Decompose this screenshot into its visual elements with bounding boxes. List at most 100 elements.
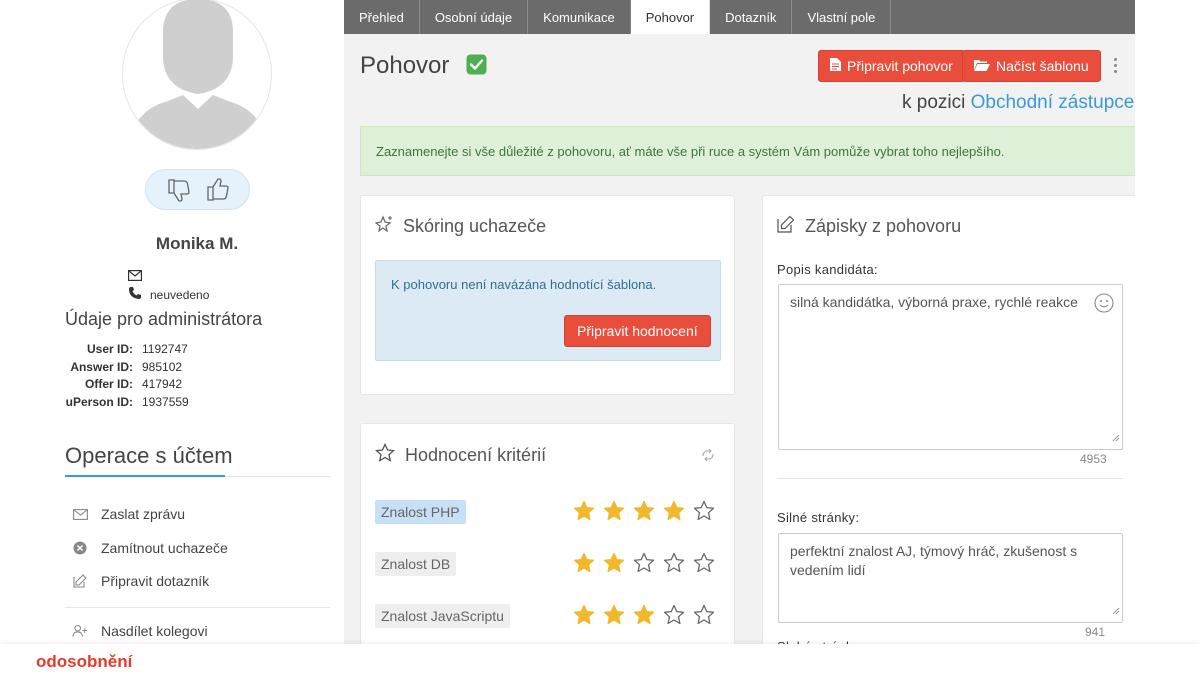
strengths-textarea[interactable]: perfektní znalost AJ, týmový hráč, zkuše… xyxy=(778,533,1123,623)
envelope-icon[interactable] xyxy=(128,268,143,286)
more-options-icon[interactable] xyxy=(1114,58,1117,73)
anonymization-footer: odosobnění xyxy=(0,644,1200,679)
resize-handle-icon[interactable] xyxy=(1112,601,1120,620)
star-empty-icon[interactable] xyxy=(693,500,715,522)
id-value: 417942 xyxy=(142,377,183,391)
star-filled-icon[interactable] xyxy=(573,500,595,522)
criteria-card: Hodnocení kritérií Znalost PHP Znalost D… xyxy=(360,423,735,663)
tab-questionnaire[interactable]: Dotazník xyxy=(710,0,793,34)
prepare-interview-button[interactable]: Připravit pohovor xyxy=(818,50,965,82)
criterion-row: Znalost PHP xyxy=(375,500,715,526)
id-label: User ID: xyxy=(86,342,133,356)
avatar xyxy=(122,0,272,150)
tab-overview[interactable]: Přehled xyxy=(344,0,420,34)
id-value: 1192747 xyxy=(142,342,188,356)
resize-handle-icon[interactable] xyxy=(1112,428,1120,447)
prepare-scoring-button[interactable]: Připravit hodnocení xyxy=(564,315,711,347)
thumbs-up-icon[interactable] xyxy=(203,176,231,204)
criterion-label: Znalost JavaScriptu xyxy=(375,604,510,628)
card-title-text: Zápisky z pohovoru xyxy=(805,216,962,236)
button-label: Připravit pohovor xyxy=(847,58,953,74)
account-operations-heading: Operace s účtem xyxy=(65,443,233,468)
reject-icon xyxy=(72,541,88,555)
star-filled-icon[interactable] xyxy=(573,604,595,626)
textarea-value: perfektní znalost AJ, týmový hráč, zkuše… xyxy=(790,543,1078,578)
phone-value: neuvedeno xyxy=(150,287,210,302)
notice-text: K pohovoru není navázána hodnotící šablo… xyxy=(391,277,657,292)
id-label: Offer ID: xyxy=(85,377,133,391)
admin-data-heading: Údaje pro administrátora xyxy=(65,309,263,329)
star-filled-icon[interactable] xyxy=(633,500,655,522)
star-filled-icon[interactable] xyxy=(663,500,685,522)
op-label: Nasdílet kolegovi xyxy=(101,623,208,639)
star-outline-icon xyxy=(374,442,396,468)
op-label: Zaslat zprávu xyxy=(101,506,186,522)
id-value: 1937559 xyxy=(142,395,189,409)
user-id-row: User ID: 1192747 xyxy=(0,342,400,356)
tab-custom-fields[interactable]: Vlastní pole xyxy=(792,0,892,34)
notes-card-title: Zápisky z pohovoru xyxy=(777,215,961,238)
criteria-card-title: Hodnocení kritérií xyxy=(374,442,546,468)
position-link[interactable]: Obchodní zástupce xyxy=(971,92,1135,113)
star-filled-icon[interactable] xyxy=(633,604,655,626)
no-template-notice: K pohovoru není navázána hodnotící šablo… xyxy=(375,260,721,361)
scoring-card-title: Skóring uchazeče xyxy=(374,215,547,238)
scoring-card: Skóring uchazeče K pohovoru není navázán… xyxy=(360,195,735,395)
star-rating xyxy=(573,604,715,626)
document-icon xyxy=(830,58,841,74)
candidate-description-textarea[interactable]: silná kandidátka, výborná praxe, rychlé … xyxy=(778,284,1123,450)
char-counter: 4953 xyxy=(1080,452,1107,466)
position-line: k pozici Obchodní zástupce xyxy=(902,92,1134,114)
tab-bar: Přehled Osobní údaje Komunikace Pohovor … xyxy=(344,0,1135,34)
tab-interview[interactable]: Pohovor xyxy=(630,0,711,34)
refresh-icon[interactable] xyxy=(701,448,715,467)
reject-candidate-link[interactable]: Zamítnout uchazeče xyxy=(72,540,228,556)
page-margin xyxy=(1135,0,1200,679)
position-prefix: k pozici xyxy=(902,92,966,113)
star-empty-icon[interactable] xyxy=(663,604,685,626)
offer-id-row: Offer ID: 417942 xyxy=(0,377,400,391)
anonymization-label: odosobnění xyxy=(36,652,133,671)
edit-icon xyxy=(777,215,795,238)
op-label: Zamítnout uchazeče xyxy=(101,540,228,556)
criterion-row: Znalost DB xyxy=(375,552,715,578)
star-filled-icon[interactable] xyxy=(573,552,595,574)
button-label: Načíst šablonu xyxy=(996,58,1089,74)
heading-underline xyxy=(65,475,225,477)
tab-communication[interactable]: Komunikace xyxy=(528,0,631,34)
add-user-icon xyxy=(72,624,88,638)
star-filled-icon[interactable] xyxy=(603,604,625,626)
send-message-link[interactable]: Zaslat zprávu xyxy=(72,506,185,522)
page-title: Pohovor xyxy=(360,52,450,79)
card-title-text: Skóring uchazeče xyxy=(403,216,547,236)
char-counter: 941 xyxy=(1085,625,1106,639)
star-filled-icon[interactable] xyxy=(603,552,625,574)
id-label: uPerson ID: xyxy=(65,395,133,409)
textarea-value: silná kandidátka, výborná praxe, rychlé … xyxy=(790,294,1078,310)
check-mark-icon xyxy=(466,54,487,80)
star-empty-icon[interactable] xyxy=(693,552,715,574)
edit-icon xyxy=(72,574,88,588)
star-empty-icon[interactable] xyxy=(663,552,685,574)
interview-notes-card: Zápisky z pohovoru Popis kandidáta: siln… xyxy=(762,195,1142,665)
share-colleague-link[interactable]: Nasdílet kolegovi xyxy=(72,623,208,639)
candidate-name: Monika M. xyxy=(155,234,239,253)
load-template-button[interactable]: Načíst šablonu xyxy=(962,50,1101,82)
tab-personal-data[interactable]: Osobní údaje xyxy=(420,0,529,34)
star-empty-icon[interactable] xyxy=(693,604,715,626)
emoji-icon[interactable] xyxy=(1094,293,1114,318)
envelope-icon xyxy=(72,508,88,520)
divider xyxy=(65,607,330,608)
star-filled-icon[interactable] xyxy=(603,500,625,522)
candidate-description-label: Popis kandidáta: xyxy=(777,262,878,277)
info-banner: Zaznamenejte si vše důležité z pohovoru,… xyxy=(360,126,1135,176)
avatar-placeholder-icon xyxy=(123,0,271,149)
criterion-label: Znalost DB xyxy=(375,552,457,576)
star-rating xyxy=(573,552,715,574)
divider xyxy=(777,478,1123,479)
star-empty-icon[interactable] xyxy=(633,552,655,574)
prepare-questionnaire-link[interactable]: Připravit dotazník xyxy=(72,573,209,589)
id-label: Answer ID: xyxy=(70,360,133,374)
strengths-label: Silné stránky: xyxy=(777,510,860,525)
thumbs-down-icon[interactable] xyxy=(164,176,192,204)
